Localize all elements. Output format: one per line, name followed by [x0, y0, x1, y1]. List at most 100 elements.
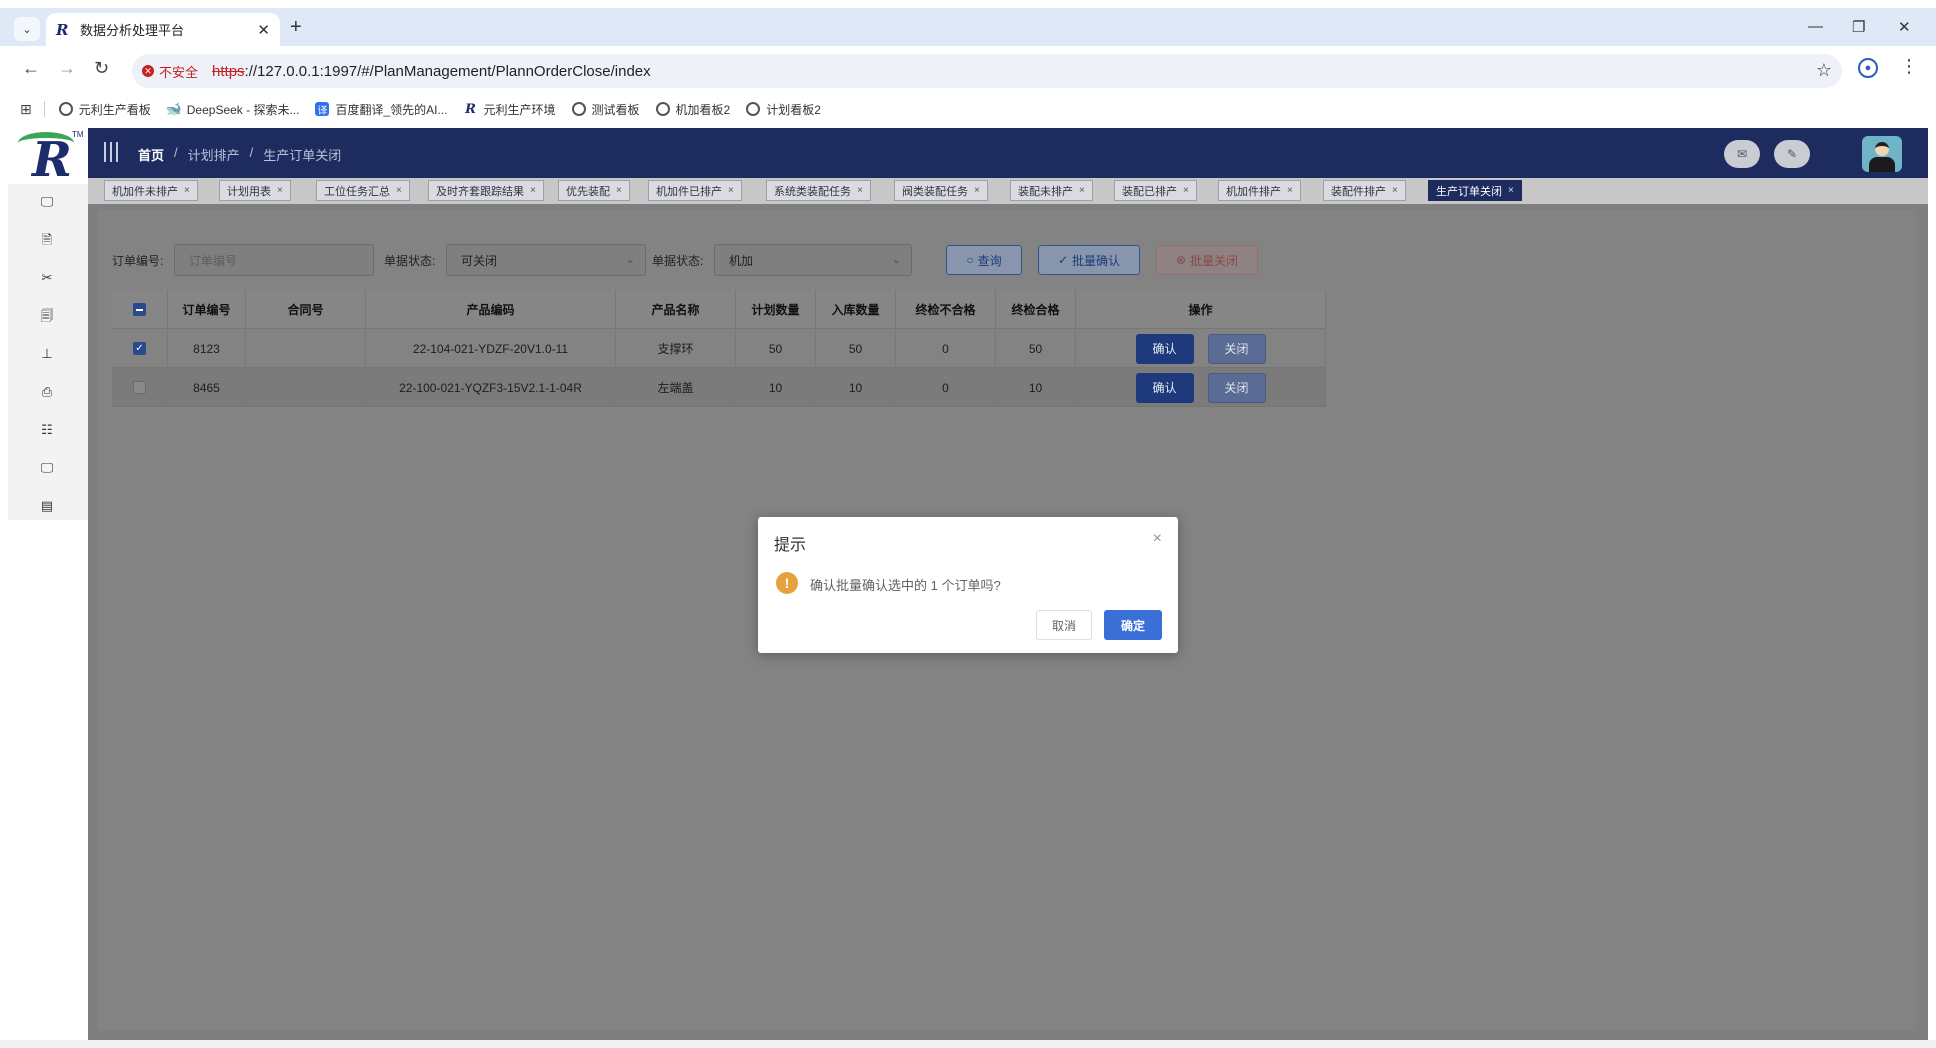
edit-icon[interactable]: ✎ [1774, 140, 1810, 168]
confirm-dialog: 提示 × ! 确认批量确认选中的 1 个订单吗? 取消 确定 [758, 517, 1178, 653]
tags-view-bar: 机加件未排产 × 计划用表 × 工位任务汇总 × 及时齐套跟踪结果 × 优先装配 × 机加… [88, 178, 1928, 204]
row-confirm-button[interactable]: 确认 [1135, 372, 1194, 403]
tag-label: 系统类装配任务 [774, 185, 851, 198]
document-edit-icon[interactable]: 🗎 [38, 232, 56, 248]
row-close-button[interactable]: 关闭 [1207, 333, 1266, 364]
page-bottom-strip [0, 1040, 1936, 1048]
apps-grid-icon[interactable]: ⊞ [20, 101, 32, 118]
batch-close-button[interactable]: ⊗ 批量关闭 [1156, 245, 1258, 275]
checklist-icon[interactable]: ☷ [38, 422, 56, 438]
cell-product-code: 22-104-021-YDZF-20V1.0-11 [366, 329, 616, 368]
cancel-button[interactable]: 取消 [1036, 610, 1092, 640]
monitor-icon[interactable]: 🖵 [38, 194, 56, 210]
address-bar[interactable]: ✕ 不安全 https://127.0.0.1:1997/#/PlanManag… [132, 54, 1842, 88]
stamp-icon[interactable]: ⊥ [38, 346, 56, 362]
bookmark-item[interactable]: R 元利生产环境 [463, 101, 555, 118]
order-no-input[interactable]: 订单编号 [174, 244, 374, 276]
tag-item[interactable]: 计划用表 × [219, 180, 291, 201]
tag-close-icon[interactable]: × [616, 185, 622, 196]
tag-item[interactable]: 阀类装配任务 × [894, 180, 988, 201]
bookmark-item[interactable]: 测试看板 [571, 101, 640, 118]
profile-icon[interactable]: ● [1858, 58, 1878, 78]
tag-close-icon[interactable]: × [728, 185, 734, 196]
browser-tab-active[interactable]: R 数据分析处理平台 ✕ [46, 13, 280, 46]
tag-item[interactable]: 机加件排产 × [1218, 180, 1301, 201]
bookmark-star-icon[interactable]: ☆ [1816, 60, 1832, 81]
query-button[interactable]: ○ 查询 [946, 245, 1022, 275]
tag-item[interactable]: 工位任务汇总 × [316, 180, 410, 201]
tag-close-icon[interactable]: × [1392, 185, 1398, 196]
table-row[interactable]: 8465 22-100-021-YQZF3-15V2.1-1-04R 左端盖 1… [112, 368, 1326, 407]
tag-item[interactable]: 及时齐套跟踪结果 × [428, 180, 544, 201]
reload-button[interactable]: ↻ [94, 58, 109, 79]
breadcrumb-home[interactable]: 首页 [138, 145, 164, 164]
cell-product-code: 22-100-021-YQZF3-15V2.1-1-04R [366, 368, 616, 407]
bookmark-item[interactable]: 机加看板2 [655, 101, 731, 118]
cell-product-name: 支撑环 [616, 329, 736, 368]
breadcrumb-separator: / [174, 145, 178, 160]
tag-item-active[interactable]: 生产订单关闭 × [1428, 180, 1522, 201]
tag-close-icon[interactable]: × [396, 185, 402, 196]
select-all-checkbox[interactable] [133, 303, 146, 316]
tag-close-icon[interactable]: × [1079, 185, 1085, 196]
tab-search-dropdown-icon[interactable]: ⌄ [14, 17, 40, 41]
tag-close-icon[interactable]: × [857, 185, 863, 196]
tag-close-icon[interactable]: × [184, 185, 190, 196]
browser-menu-icon[interactable]: ⋮ [1900, 56, 1918, 77]
hamburger-menu-icon[interactable] [104, 142, 118, 162]
tag-item[interactable]: 优先装配 × [558, 180, 630, 201]
site-security-chip[interactable]: ✕ 不安全 [142, 62, 198, 81]
tag-item[interactable]: 机加件已排产 × [648, 180, 742, 201]
batch-confirm-button[interactable]: ✓ 批量确认 [1038, 245, 1140, 275]
message-icon[interactable]: ✉ [1724, 140, 1760, 168]
bookmark-item[interactable]: 计划看板2 [746, 101, 821, 118]
printer-icon[interactable]: ⎙ [38, 384, 56, 400]
column-header: 终检不合格 [896, 290, 996, 329]
display-icon[interactable]: 🖵 [38, 460, 56, 476]
breadcrumb-plan: 计划排产 [187, 148, 240, 163]
batch-close-label: 批量关闭 [1190, 253, 1239, 268]
tag-close-icon[interactable]: × [1183, 185, 1189, 196]
header-select-all[interactable] [112, 290, 168, 329]
status-select[interactable]: 可关闭 ⌄ [446, 244, 646, 276]
row-close-button[interactable]: 关闭 [1207, 372, 1266, 403]
tag-item[interactable]: 装配未排产 × [1010, 180, 1093, 201]
url-text[interactable]: https://127.0.0.1:1997/#/PlanManagement/… [212, 63, 651, 80]
bookmark-item[interactable]: 元利生产看板 [58, 101, 151, 118]
calendar-icon[interactable]: ▤ [38, 498, 56, 514]
window-close-button[interactable]: ✕ [1898, 18, 1911, 36]
bookmark-label: 机加看板2 [675, 102, 731, 117]
avatar[interactable] [1862, 136, 1902, 172]
row-checkbox[interactable]: ✓ [133, 342, 146, 355]
window-restore-button[interactable]: ❐ [1852, 18, 1865, 36]
row-checkbox[interactable] [133, 381, 146, 394]
confirm-button[interactable]: 确定 [1104, 610, 1162, 640]
tag-item[interactable]: 系统类装配任务 × [766, 180, 871, 201]
globe-icon [655, 102, 670, 116]
logo-trademark: TM [72, 130, 84, 139]
table-row[interactable]: ✓ 8123 22-104-021-YDZF-20V1.0-11 支撑环 50 … [112, 329, 1326, 368]
tag-close-icon[interactable]: × [1287, 185, 1293, 196]
new-tab-button[interactable]: + [290, 16, 302, 39]
row-select-cell[interactable] [112, 368, 168, 407]
back-button[interactable]: ← [22, 58, 40, 79]
window-minimize-button[interactable]: — [1808, 18, 1823, 35]
tab-close-icon[interactable]: ✕ [257, 21, 270, 39]
close-icon[interactable]: × [1153, 530, 1162, 548]
tag-item[interactable]: 机加件未排产 × [104, 180, 198, 201]
tag-item[interactable]: 装配件排产 × [1323, 180, 1406, 201]
row-confirm-button[interactable]: 确认 [1135, 333, 1194, 364]
cell-product-name: 左端盖 [616, 368, 736, 407]
bookmark-item[interactable]: 译百度翻译_领先的AI... [315, 101, 447, 118]
tools-icon[interactable]: ✂ [38, 270, 56, 286]
category-select[interactable]: 机加 ⌄ [714, 244, 912, 276]
report-icon[interactable]: 🗐 [38, 308, 56, 324]
forward-button[interactable]: → [58, 58, 76, 79]
bookmark-item[interactable]: 🐋 DeepSeek - 探索未... [166, 101, 300, 118]
row-select-cell[interactable]: ✓ [112, 329, 168, 368]
tag-close-icon[interactable]: × [1508, 185, 1514, 196]
tag-item[interactable]: 装配已排产 × [1114, 180, 1197, 201]
tag-close-icon[interactable]: × [974, 185, 980, 196]
tag-close-icon[interactable]: × [530, 185, 536, 196]
tag-close-icon[interactable]: × [277, 185, 283, 196]
